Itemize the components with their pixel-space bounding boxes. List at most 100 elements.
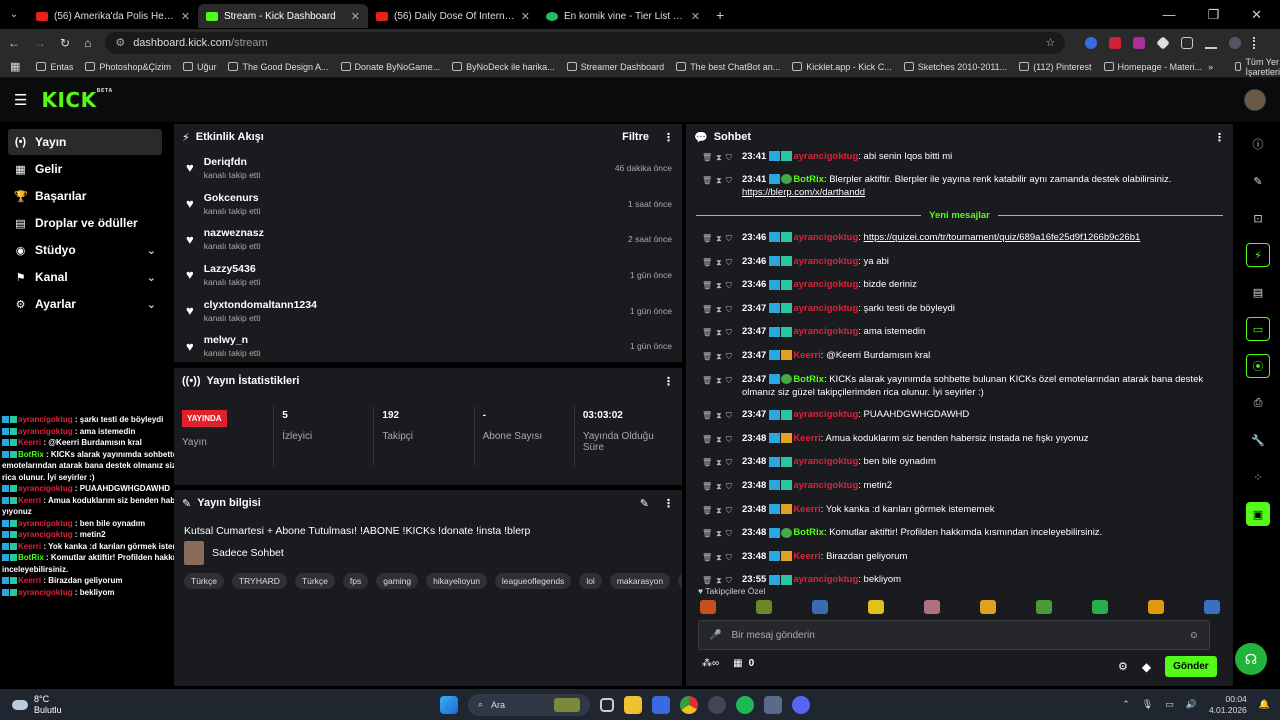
task-view-icon[interactable]: [600, 697, 614, 712]
discord-icon[interactable]: [792, 695, 810, 714]
sidebar-item-başarılar[interactable]: 🏆 Başarılar: [8, 183, 162, 209]
hourglass-icon[interactable]: ⧗: [716, 279, 722, 292]
all-bookmarks-link[interactable]: Tüm Yer İşaretleri: [1245, 57, 1280, 77]
bookmark-item[interactable]: (112) Pinterest: [1013, 62, 1097, 72]
chat-username[interactable]: ayrancigoktug: [793, 279, 858, 290]
chat-username[interactable]: ayrancigoktug: [793, 326, 858, 337]
chat-username[interactable]: Keerri: [793, 551, 820, 562]
bookmark-item[interactable]: Photoshop&Çizim: [79, 62, 177, 72]
kick-logo[interactable]: KICKBETA: [41, 88, 112, 112]
trash-icon[interactable]: 🗑: [702, 256, 712, 269]
shop-icon[interactable]: ▦: [733, 658, 742, 669]
emoji-icon[interactable]: ☺: [1189, 630, 1199, 641]
share-icon[interactable]: ⁘: [1246, 465, 1270, 489]
back-icon[interactable]: ←: [8, 36, 20, 50]
wrench-icon[interactable]: 🔧: [1246, 428, 1270, 452]
shield-icon[interactable]: ⛉: [726, 174, 732, 187]
hourglass-icon[interactable]: ⧗: [716, 527, 722, 540]
close-tab-icon[interactable]: ✕: [351, 10, 360, 23]
notes-icon[interactable]: ▤: [1246, 280, 1270, 304]
reload-icon[interactable]: ↻: [60, 36, 70, 50]
microphone-icon[interactable]: 🎙: [1142, 699, 1153, 710]
bookmark-star-icon[interactable]: ☆: [1045, 36, 1055, 49]
tag-chip[interactable]: makarasyon: [609, 573, 671, 589]
hourglass-icon[interactable]: ⧗: [716, 232, 722, 245]
headset-help-icon[interactable]: ☊: [1235, 643, 1267, 675]
bookmark-item[interactable]: Kicklet.app - Kick C...: [786, 62, 898, 72]
browser-tab[interactable]: Stream - Kick Dashboard ✕: [198, 4, 368, 28]
trash-icon[interactable]: 🗑: [702, 232, 712, 245]
trash-icon[interactable]: 🗑: [702, 409, 712, 422]
new-tab-icon[interactable]: +: [716, 7, 724, 23]
restore-icon[interactable]: ❐: [1207, 7, 1219, 23]
tag-chip[interactable]: tl: [678, 573, 682, 589]
bookmark-item[interactable]: Entas: [30, 62, 79, 72]
chat-username[interactable]: ayrancigoktug: [793, 151, 858, 162]
follower-name[interactable]: clyxtondomaltann1234: [204, 299, 317, 311]
sidebar-item-droplar-ve-ödüller[interactable]: ▤ Droplar ve ödüller: [8, 210, 162, 236]
bookmark-item[interactable]: Donate ByNoGame...: [335, 62, 447, 72]
more-options-icon[interactable]: ⋮: [1214, 131, 1225, 144]
tag-chip[interactable]: gaming: [376, 573, 419, 589]
hourglass-icon[interactable]: ⧗: [716, 374, 722, 387]
bookmark-item[interactable]: Streamer Dashboard: [561, 62, 671, 72]
tag-chip[interactable]: Türkçe: [184, 573, 224, 589]
bookmark-item[interactable]: The best ChatBot an...: [670, 62, 786, 72]
site-info-icon[interactable]: ⚙: [115, 36, 125, 49]
shield-icon[interactable]: ⛉: [726, 409, 732, 422]
kicks-icon[interactable]: ⁂∞: [702, 658, 719, 669]
trash-icon[interactable]: 🗑: [702, 374, 712, 387]
tag-chip[interactable]: fps: [342, 573, 369, 589]
hamburger-menu-icon[interactable]: ☰: [14, 91, 27, 109]
close-tab-icon[interactable]: ✕: [691, 10, 700, 23]
chat-username[interactable]: ayrancigoktug: [793, 232, 858, 243]
follower-name[interactable]: melwy_n: [204, 334, 261, 346]
chevron-down-icon[interactable]: ⌄: [147, 271, 156, 284]
browser-tab[interactable]: En komik vine - Tier List | Kör S ✕: [538, 4, 708, 28]
emote-icon[interactable]: [1148, 600, 1164, 614]
trash-icon[interactable]: 🗑: [702, 504, 712, 517]
bookmark-item[interactable]: The Good Design A...: [222, 62, 334, 72]
follower-name[interactable]: nazweznasz: [204, 227, 264, 239]
more-options-icon[interactable]: ⋮: [663, 375, 674, 388]
shield-icon[interactable]: ⛉: [726, 326, 732, 339]
extension-icon[interactable]: [1156, 35, 1171, 50]
chat-icon[interactable]: ▭: [1246, 317, 1270, 341]
shield-icon[interactable]: ⛉: [726, 504, 732, 517]
follower-name[interactable]: Lazzy5436: [204, 263, 261, 275]
more-options-icon[interactable]: ⋮: [663, 131, 674, 144]
hourglass-icon[interactable]: ⧗: [716, 326, 722, 339]
chat-username[interactable]: ayrancigoktug: [793, 456, 858, 467]
chat-username[interactable]: BotRix: [793, 527, 824, 538]
chat-username[interactable]: Keerri: [793, 504, 820, 515]
emote-picker-icon[interactable]: ◆: [1142, 660, 1151, 674]
microphone-icon[interactable]: 🎤: [709, 630, 721, 641]
sidebar-item-ayarlar[interactable]: ⚙ Ayarlar ⌄: [8, 291, 162, 317]
tag-chip[interactable]: TRYHARD: [231, 573, 287, 589]
extensions-puzzle-icon[interactable]: [1181, 36, 1194, 49]
bookmark-item[interactable]: ByNoDeck ile harika...: [446, 62, 561, 72]
tag-chip[interactable]: hikayelioyun: [426, 573, 487, 589]
chevron-down-icon[interactable]: ⌄: [147, 244, 156, 257]
trash-icon[interactable]: 🗑: [702, 527, 712, 540]
emote-icon[interactable]: [1204, 600, 1220, 614]
hourglass-icon[interactable]: ⧗: [716, 303, 722, 316]
bookmark-item[interactable]: Sketches 2010-2011...: [898, 62, 1013, 72]
file-explorer-icon[interactable]: [624, 695, 642, 714]
sidebar-item-yayın[interactable]: (•) Yayın: [8, 129, 162, 155]
shield-icon[interactable]: ⛉: [726, 303, 732, 316]
close-window-icon[interactable]: ✕: [1251, 7, 1262, 23]
trash-icon[interactable]: 🗑: [702, 279, 712, 292]
bolt-icon[interactable]: ⚡: [1246, 243, 1270, 267]
hourglass-icon[interactable]: ⧗: [716, 151, 722, 164]
shield-icon[interactable]: ⛉: [726, 232, 732, 245]
shield-icon[interactable]: ⛉: [726, 374, 732, 387]
chevron-down-icon[interactable]: ⌄: [147, 298, 156, 311]
emote-icon[interactable]: [924, 600, 940, 614]
tab-list-chevron-icon[interactable]: ⌄: [0, 9, 28, 20]
tag-chip[interactable]: lol: [579, 573, 602, 589]
sidebar-item-kanal[interactable]: ⚑ Kanal ⌄: [8, 264, 162, 290]
follower-name[interactable]: Deriqfdn: [204, 156, 261, 168]
tray-chevron-icon[interactable]: ⌃: [1122, 699, 1130, 710]
shield-icon[interactable]: ⛉: [726, 279, 732, 292]
